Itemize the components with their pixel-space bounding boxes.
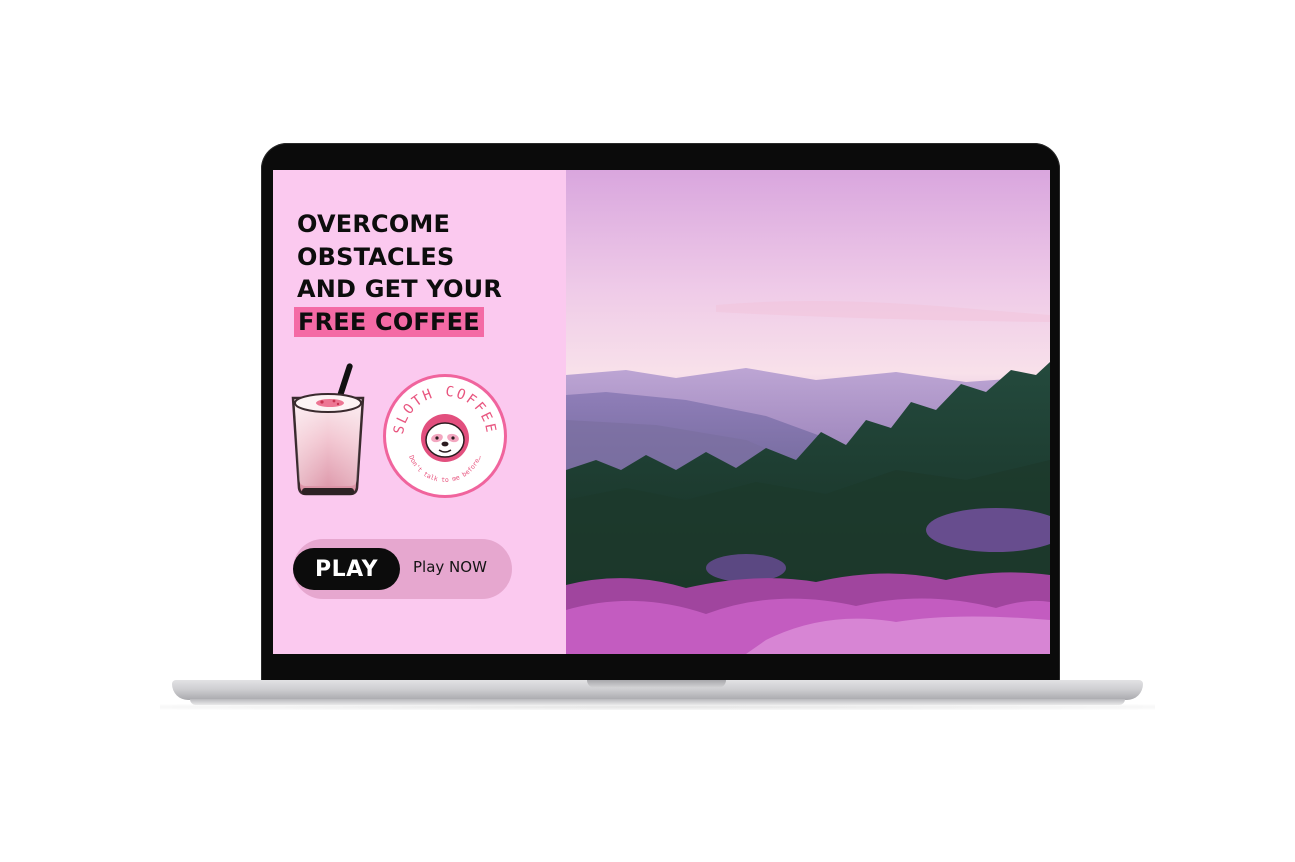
headline: OVERCOME OBSTACLES AND GET YOUR FREE COF… xyxy=(294,208,503,339)
play-pill[interactable]: PLAY Play NOW xyxy=(293,539,512,599)
play-now-link[interactable]: Play NOW xyxy=(413,558,487,576)
promo-panel: OVERCOME OBSTACLES AND GET YOUR FREE COF… xyxy=(273,170,566,654)
laptop-base-edge xyxy=(190,699,1125,705)
headline-line-1: OVERCOME xyxy=(297,210,451,238)
headline-highlight: FREE COFFEE xyxy=(294,306,484,337)
mountain-landscape-image xyxy=(566,170,1050,654)
headline-line-4: FREE COFFEE xyxy=(294,306,502,339)
laptop-notch xyxy=(587,680,726,688)
laptop-screen: OVERCOME OBSTACLES AND GET YOUR FREE COF… xyxy=(273,170,1050,654)
iced-drink-icon xyxy=(291,363,365,496)
sloth-coffee-logo: SLOTH COFFEE Don't talk to me before… xyxy=(383,374,507,498)
headline-line-2: OBSTACLES xyxy=(297,242,455,271)
play-button[interactable]: PLAY xyxy=(293,548,400,590)
sloth-face-icon: SLOTH COFFEE Don't talk to me before… xyxy=(391,384,497,484)
headline-line-3: AND GET YOUR xyxy=(297,275,503,303)
